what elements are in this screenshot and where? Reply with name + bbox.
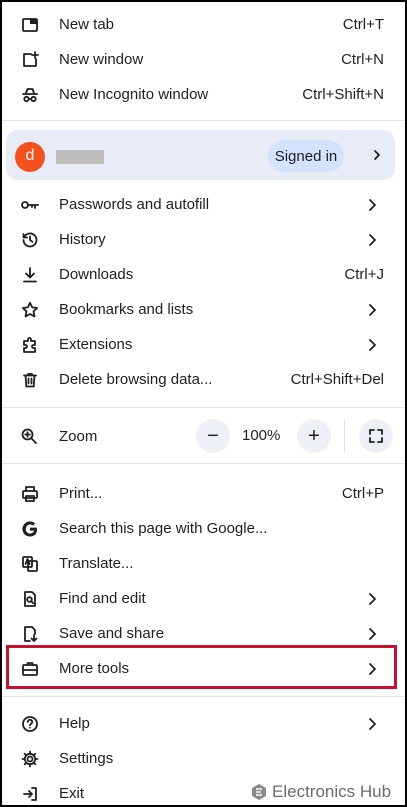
zoom-out-button[interactable]: −: [196, 419, 230, 453]
find-icon: [20, 589, 40, 609]
menu-item-translate[interactable]: Translate...: [2, 546, 405, 581]
menu-label: Settings: [59, 750, 114, 767]
watermark: Electronics Hub: [250, 781, 391, 803]
incognito-icon: [20, 85, 40, 105]
shortcut-text: Ctrl+N: [341, 51, 384, 68]
exit-icon: [20, 784, 40, 804]
menu-label: Print...: [59, 485, 103, 502]
watermark-text: Electronics Hub: [272, 782, 392, 801]
download-icon: [20, 265, 40, 285]
key-icon: [20, 195, 40, 215]
star-icon: [20, 300, 40, 320]
fullscreen-button[interactable]: [359, 419, 393, 453]
zoom-in-button[interactable]: +: [297, 419, 331, 453]
menu-item-print[interactable]: Print... Ctrl+P: [2, 476, 405, 511]
menu-item-new-window[interactable]: New window Ctrl+N: [2, 42, 405, 77]
blurred-profile-name: [56, 150, 104, 164]
google-icon: [20, 519, 40, 539]
chevron-right-icon: [365, 303, 379, 317]
chrome-menu: New tab Ctrl+T New window Ctrl+N New Inc…: [0, 0, 407, 807]
menu-label: Translate...: [59, 555, 134, 572]
zoom-icon: [20, 427, 38, 445]
menu-item-settings[interactable]: Settings: [2, 741, 405, 776]
minus-icon: −: [207, 425, 219, 447]
puzzle-icon: [20, 335, 40, 355]
menu-label: Bookmarks and lists: [59, 301, 194, 318]
menu-item-find-and-edit[interactable]: Find and edit: [2, 581, 405, 616]
menu-item-extensions[interactable]: Extensions: [2, 327, 405, 362]
printer-icon: [20, 484, 40, 504]
shortcut-text: Ctrl+Shift+Del: [290, 371, 384, 388]
menu-item-help[interactable]: Help: [2, 706, 405, 741]
zoom-row: Zoom − 100% +: [2, 418, 405, 456]
menu-item-downloads[interactable]: Downloads Ctrl+J: [2, 257, 405, 292]
menu-label: Find and edit: [59, 590, 146, 607]
menu-label: Help: [59, 715, 90, 732]
menu-label: New window: [59, 51, 144, 68]
zoom-label: Zoom: [59, 428, 98, 445]
highlight-box: [6, 645, 397, 689]
menu-item-new-incognito[interactable]: New Incognito window Ctrl+Shift+N: [2, 77, 405, 112]
profile-row[interactable]: d Signed in: [6, 130, 395, 180]
divider: [2, 407, 405, 408]
menu-label: New Incognito window: [59, 86, 209, 103]
new-tab-icon: [20, 15, 40, 35]
history-icon: [20, 230, 40, 250]
save-icon: [20, 624, 40, 644]
plus-icon: +: [308, 425, 320, 447]
menu-label: Save and share: [59, 625, 165, 642]
menu-item-bookmarks[interactable]: Bookmarks and lists: [2, 292, 405, 327]
shortcut-text: Ctrl+T: [342, 16, 384, 33]
zoom-separator: [344, 420, 345, 452]
menu-label: Downloads: [59, 266, 134, 283]
menu-label: Passwords and autofill: [59, 196, 210, 213]
menu-item-delete-browsing-data[interactable]: Delete browsing data... Ctrl+Shift+Del: [2, 362, 405, 397]
new-window-icon: [20, 50, 40, 70]
shortcut-text: Ctrl+Shift+N: [302, 86, 384, 103]
chevron-right-icon: [365, 717, 379, 731]
menu-item-passwords[interactable]: Passwords and autofill: [2, 187, 405, 222]
gear-icon: [20, 749, 40, 769]
menu-item-new-tab[interactable]: New tab Ctrl+T: [2, 7, 405, 42]
divider: [2, 463, 405, 464]
chevron-right-icon: [365, 198, 379, 212]
trash-icon: [20, 370, 40, 390]
menu-label: Search this page with Google...: [59, 520, 268, 537]
fullscreen-icon: [368, 428, 384, 444]
menu-label: History: [59, 231, 106, 248]
chevron-right-icon: [371, 149, 383, 161]
menu-item-search-google[interactable]: Search this page with Google...: [2, 511, 405, 546]
chevron-right-icon: [365, 338, 379, 352]
translate-icon: [20, 554, 40, 574]
menu-item-history[interactable]: History: [2, 222, 405, 257]
signed-in-badge[interactable]: Signed in: [268, 140, 344, 172]
avatar: d: [15, 142, 45, 172]
shortcut-text: Ctrl+P: [341, 485, 384, 502]
chevron-right-icon: [365, 233, 379, 247]
chevron-right-icon: [365, 627, 379, 641]
zoom-value: 100%: [242, 427, 281, 444]
electronics-hub-logo-icon: [250, 783, 268, 801]
menu-label: New tab: [59, 16, 115, 33]
divider: [2, 696, 405, 697]
menu-label: Extensions: [59, 336, 133, 353]
chevron-right-icon: [365, 592, 379, 606]
menu-label: Delete browsing data...: [59, 371, 213, 388]
shortcut-text: Ctrl+J: [344, 266, 384, 283]
help-icon: [20, 714, 40, 734]
divider: [2, 120, 405, 121]
menu-label: Exit: [59, 785, 85, 802]
